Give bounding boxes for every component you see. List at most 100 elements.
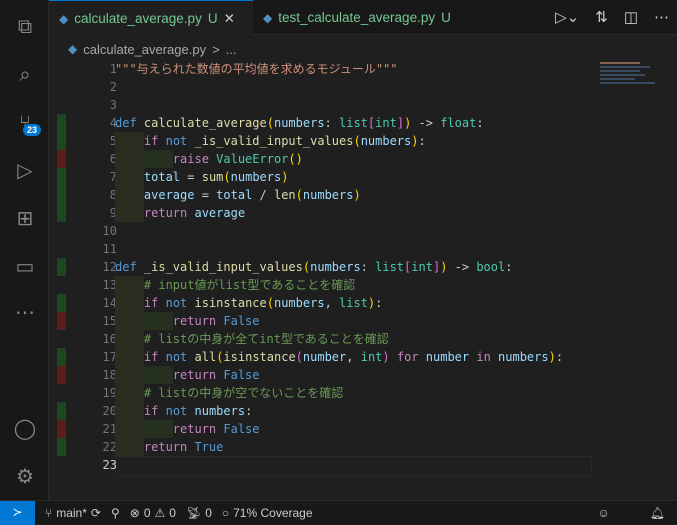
branch-icon: ⑂: [45, 505, 53, 520]
line-number: 22: [102, 440, 117, 454]
code-line[interactable]: 3: [49, 96, 594, 114]
branch-indicator[interactable]: ⑂ main* ⟳: [45, 506, 101, 520]
line-number: 9: [109, 206, 117, 220]
code-token: numbers: [273, 296, 325, 310]
line-number: 18: [102, 368, 117, 382]
code-line[interactable]: 18 return False: [49, 366, 594, 384]
explorer-icon[interactable]: ⧉: [12, 14, 38, 40]
code-line[interactable]: 5 if not _is_valid_input_values(numbers)…: [49, 132, 594, 150]
code-line[interactable]: 4 def calculate_average(numbers: list[int…: [49, 114, 594, 132]
tab-calculate-average[interactable]: ◆ calculate_average.py U ✕: [49, 0, 253, 36]
sync-icon[interactable]: ⟳: [91, 506, 101, 520]
tab-test-calculate-average[interactable]: ◆ test_calculate_average.py U: [253, 0, 461, 35]
compare-changes-icon[interactable]: ⇅: [595, 8, 608, 26]
graph-icon[interactable]: ⚲: [111, 506, 120, 520]
code-text: # listの中身が全てint型であることを確認: [115, 330, 389, 348]
code-token: not: [165, 404, 195, 418]
code-line[interactable]: 21 return False: [49, 420, 594, 438]
copilot-icon[interactable]: ☺: [598, 506, 610, 520]
code-token: =: [194, 188, 217, 202]
code-line[interactable]: 10: [49, 222, 594, 240]
code-text: return True: [115, 438, 223, 456]
code-line[interactable]: 16 # listの中身が全てint型であることを確認: [49, 330, 594, 348]
code-text: if not _is_valid_input_values(numbers):: [115, 132, 426, 150]
code-line[interactable]: 13 # input値がlist型であることを確認: [49, 276, 594, 294]
ports-indicator[interactable]: 📡︎ 0: [186, 506, 212, 520]
line-number: 11: [102, 242, 117, 256]
code-token: isinstance: [223, 350, 296, 364]
run-debug-icon[interactable]: ▷: [12, 158, 38, 184]
code-line[interactable]: 19 # listの中身が空でないことを確認: [49, 384, 594, 402]
code-token: ): [411, 134, 419, 148]
breadcrumb-symbol[interactable]: ...: [226, 42, 237, 57]
close-icon[interactable]: ✕: [224, 11, 235, 27]
code-token: if: [143, 296, 166, 310]
coverage-indicator[interactable]: ○ 71% Coverage: [222, 506, 313, 520]
notifications-bell-icon[interactable]: 🔔︎: [650, 506, 665, 520]
code-text: # listの中身が空でないことを確認: [115, 384, 343, 402]
breadcrumb-file[interactable]: calculate_average.py: [83, 42, 206, 57]
coverage-text: 71% Coverage: [233, 505, 313, 520]
code-line[interactable]: 11: [49, 240, 594, 258]
line-number: 7: [109, 170, 117, 184]
breadcrumb-separator: >: [212, 42, 220, 57]
code-line[interactable]: 2: [49, 78, 594, 96]
minimap[interactable]: [600, 60, 670, 120]
extensions-icon[interactable]: ⊞: [12, 206, 38, 232]
coverage-covered-marker: [57, 132, 66, 150]
line-number: 21: [102, 422, 117, 436]
code-token: :: [324, 116, 339, 130]
code-token: ]: [396, 116, 405, 130]
line-number: 15: [102, 314, 117, 328]
remote-explorer-icon[interactable]: ▭: [12, 254, 38, 280]
run-icon[interactable]: ▷⌄: [555, 8, 579, 26]
code-line[interactable]: 1 """与えられた数値の平均値を求めるモジュール""": [49, 60, 594, 78]
code-token: in: [469, 350, 499, 364]
line-number: 8: [109, 188, 117, 202]
coverage-uncovered-marker: [57, 366, 66, 384]
split-editor-icon[interactable]: ◫: [624, 8, 638, 26]
code-line[interactable]: 20 if not numbers:: [49, 402, 594, 420]
code-line[interactable]: 7 total = sum(numbers): [49, 168, 594, 186]
code-line[interactable]: 12 def _is_valid_input_values(numbers: li…: [49, 258, 594, 276]
code-editor[interactable]: 1 """与えられた数値の平均値を求めるモジュール""" 2 3 4 def calcul…: [49, 60, 594, 480]
code-line[interactable]: 22 return True: [49, 438, 594, 456]
code-line[interactable]: 14 if not isinstance(numbers, list):: [49, 294, 594, 312]
line-number: 5: [109, 134, 117, 148]
code-token: return: [143, 206, 195, 220]
coverage-uncovered-marker: [57, 150, 66, 168]
code-token: :: [245, 404, 253, 418]
error-count: 0: [143, 505, 151, 520]
more-actions-icon[interactable]: ⋯: [654, 8, 669, 26]
code-token: def: [115, 116, 144, 130]
coverage-covered-marker: [57, 186, 66, 204]
code-token: (: [295, 350, 303, 364]
code-token: int: [411, 260, 433, 274]
account-icon[interactable]: ◯: [12, 416, 38, 442]
warning-count: 0: [169, 505, 176, 520]
code-token: for: [389, 350, 426, 364]
problems-indicator[interactable]: ⊗ 0 ⚠ 0: [130, 506, 176, 520]
code-line[interactable]: 9 return average: [49, 204, 594, 222]
search-icon[interactable]: ⌕: [12, 62, 38, 88]
code-line[interactable]: 8 average = total / len(numbers): [49, 186, 594, 204]
remote-indicator-icon[interactable]: ≻: [0, 500, 35, 525]
more-icon[interactable]: ⋯: [12, 300, 38, 326]
line-number: 12: [102, 260, 117, 274]
code-line[interactable]: 17 if not all(isinstance(number, int) fo…: [49, 348, 594, 366]
code-token: not: [165, 350, 195, 364]
settings-gear-icon[interactable]: ⚙: [12, 464, 38, 490]
code-line[interactable]: 15 return False: [49, 312, 594, 330]
code-token: ): [382, 350, 390, 364]
code-line[interactable]: 6 raise ValueError(): [49, 150, 594, 168]
code-token: ->: [411, 116, 441, 130]
line-number: 16: [102, 332, 117, 346]
code-token: not: [165, 296, 195, 310]
coverage-covered-marker: [57, 438, 66, 456]
code-text: def calculate_average(numbers: list[int]…: [115, 114, 484, 132]
code-line[interactable]: 23: [49, 456, 594, 474]
